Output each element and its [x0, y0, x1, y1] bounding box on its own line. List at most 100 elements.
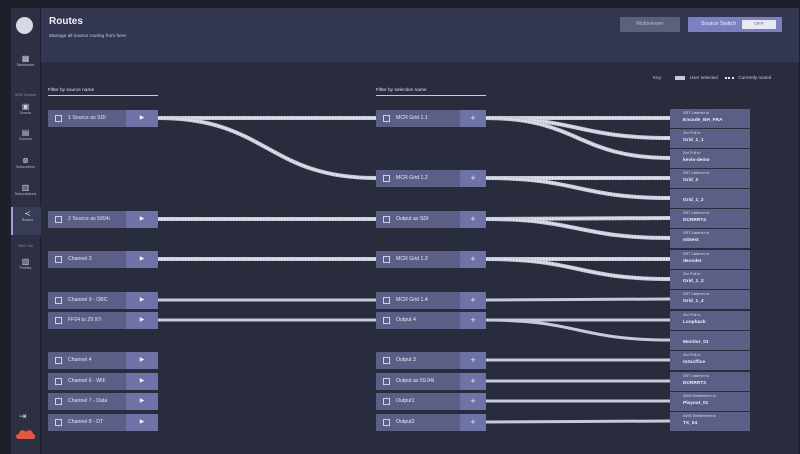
source-label: Channel 9 - OBC	[68, 297, 108, 303]
source-row[interactable]: Channel 3 ▶	[48, 251, 158, 268]
output-card[interactable]: SRT Listener to DCRRRT3	[670, 372, 750, 391]
add-button[interactable]: +	[460, 170, 486, 187]
play-button[interactable]: ▶	[126, 414, 158, 431]
output-card[interactable]: Zixi Pull to m2scffice	[670, 351, 750, 370]
output-route-wire	[485, 297, 671, 302]
source-label: Channel 6 - WIF	[68, 378, 106, 384]
output-card[interactable]: SRT Listener to DCRRRT4	[670, 209, 750, 228]
selection-row[interactable]: Output as SDI +	[376, 211, 486, 228]
output-card[interactable]: SRT Listener to Grid_1_4	[670, 290, 750, 309]
add-button[interactable]: +	[460, 110, 486, 127]
source-checkbox[interactable]	[55, 398, 62, 405]
play-button[interactable]: ▶	[126, 312, 158, 329]
play-button[interactable]: ▶	[126, 211, 158, 228]
selection-filter-input[interactable]: Filter by selection name	[376, 88, 486, 96]
output-card[interactable]: Grid_1_2	[670, 189, 750, 208]
add-button[interactable]: +	[460, 352, 486, 369]
output-name: mbtest	[683, 238, 699, 243]
source-row[interactable]: Channel 9 - OBC ▶	[48, 292, 158, 309]
selection-row[interactable]: MCR Grid 1.2 +	[376, 170, 486, 187]
selection-checkbox[interactable]	[383, 419, 390, 426]
selection-checkbox[interactable]	[383, 398, 390, 405]
source-checkbox[interactable]	[55, 419, 62, 426]
source-checkbox[interactable]	[55, 357, 62, 364]
source-checkbox[interactable]	[55, 256, 62, 263]
selection-row[interactable]: MCR Grid 1.4 +	[376, 292, 486, 309]
selection-row[interactable]: Output as 59.94i +	[376, 373, 486, 390]
source-checkbox[interactable]	[55, 297, 62, 304]
source-row[interactable]: Channel 7 - Data ▶	[48, 393, 158, 410]
source-label: Channel 4	[68, 357, 92, 363]
play-button[interactable]: ▶	[126, 292, 158, 309]
output-type: Zixi Pull to	[683, 272, 701, 276]
add-button[interactable]: +	[460, 312, 486, 329]
output-name: decoder	[683, 259, 702, 264]
source-label: Channel 3	[68, 256, 92, 262]
source-row[interactable]: Channel 4 ▶	[48, 352, 158, 369]
add-button[interactable]: +	[460, 414, 486, 431]
add-button[interactable]: +	[460, 373, 486, 390]
selection-row[interactable]: MCR Grid 1.1 +	[376, 110, 486, 127]
source-label: 2 Source as 5994i	[68, 216, 110, 222]
user-selected-swatch	[675, 75, 686, 80]
add-button[interactable]: +	[460, 393, 486, 410]
play-button[interactable]: ▶	[126, 373, 158, 390]
selection-checkbox[interactable]	[383, 378, 390, 385]
source-checkbox[interactable]	[55, 115, 62, 122]
selection-label: Output 3	[396, 357, 416, 363]
selection-checkbox[interactable]	[383, 175, 390, 182]
output-name: Grid_1_3	[683, 279, 704, 284]
source-row[interactable]: 2 Source as 5994i ▶	[48, 211, 158, 228]
selection-row[interactable]: Output1 +	[376, 393, 486, 410]
output-type: SRT Listener to	[683, 252, 710, 256]
output-card[interactable]: Monitor_01	[670, 331, 750, 350]
selection-row[interactable]: Output2 +	[376, 414, 486, 431]
output-card[interactable]: SRT Listener to Grid_2	[670, 169, 750, 188]
source-row[interactable]: Channel 8 - DT ▶	[48, 414, 158, 431]
source-row[interactable]: FF04 to 29 97i ▶	[48, 312, 158, 329]
source-checkbox[interactable]	[55, 317, 62, 324]
selection-row[interactable]: Output 4 +	[376, 312, 486, 329]
output-card[interactable]: Zixi Pull to Grid_1_1	[670, 129, 750, 148]
output-name: TX_04	[683, 421, 698, 426]
add-button[interactable]: +	[460, 251, 486, 268]
output-name: DCRRRT4	[683, 218, 706, 223]
output-card[interactable]: Zixi Pull to kevin-demo	[670, 149, 750, 168]
add-button[interactable]: +	[460, 211, 486, 228]
output-route-wire	[485, 419, 671, 424]
play-button[interactable]: ▶	[126, 110, 158, 127]
play-button[interactable]: ▶	[126, 352, 158, 369]
selection-row[interactable]: Output 3 +	[376, 352, 486, 369]
play-button[interactable]: ▶	[126, 251, 158, 268]
output-route-wire	[485, 257, 671, 281]
selection-checkbox[interactable]	[383, 317, 390, 324]
selection-checkbox[interactable]	[383, 256, 390, 263]
selection-label: Output as 59.94i	[396, 378, 435, 384]
source-checkbox[interactable]	[55, 216, 62, 223]
output-card[interactable]: AWS Entitlement to Playout_01	[670, 392, 750, 411]
output-type: AWS Entitlement to	[683, 414, 716, 418]
output-card[interactable]: Zixi Pull to Loopback	[670, 311, 750, 330]
selection-checkbox[interactable]	[383, 357, 390, 364]
selection-label: Output1	[396, 398, 415, 404]
selection-checkbox[interactable]	[383, 115, 390, 122]
play-button[interactable]: ▶	[126, 393, 158, 410]
output-card[interactable]: SRT Listener to decoder	[670, 250, 750, 269]
source-checkbox[interactable]	[55, 378, 62, 385]
add-button[interactable]: +	[460, 292, 486, 309]
source-row[interactable]: 1 Source as SDI ▶	[48, 110, 158, 127]
output-route-wire	[485, 176, 671, 200]
output-card[interactable]: SRT Listener to Encode_BH_FRA	[670, 109, 750, 128]
output-name: Encode_BH_FRA	[683, 118, 723, 123]
output-card[interactable]: Zixi Pull to Grid_1_3	[670, 270, 750, 289]
output-type: SRT Listener to	[683, 211, 710, 215]
output-card[interactable]: AWS Entitlement to TX_04	[670, 412, 750, 431]
selection-row[interactable]: MCR Grid 1.3 +	[376, 251, 486, 268]
selection-checkbox[interactable]	[383, 297, 390, 304]
output-card[interactable]: SRT Listener to mbtest	[670, 229, 750, 248]
selection-checkbox[interactable]	[383, 216, 390, 223]
source-filter-input[interactable]: Filter by source name	[48, 88, 158, 96]
source-row[interactable]: Channel 6 - WIF ▶	[48, 373, 158, 390]
source-label: 1 Source as SDI	[68, 115, 106, 121]
output-name: Loopback	[683, 320, 706, 325]
